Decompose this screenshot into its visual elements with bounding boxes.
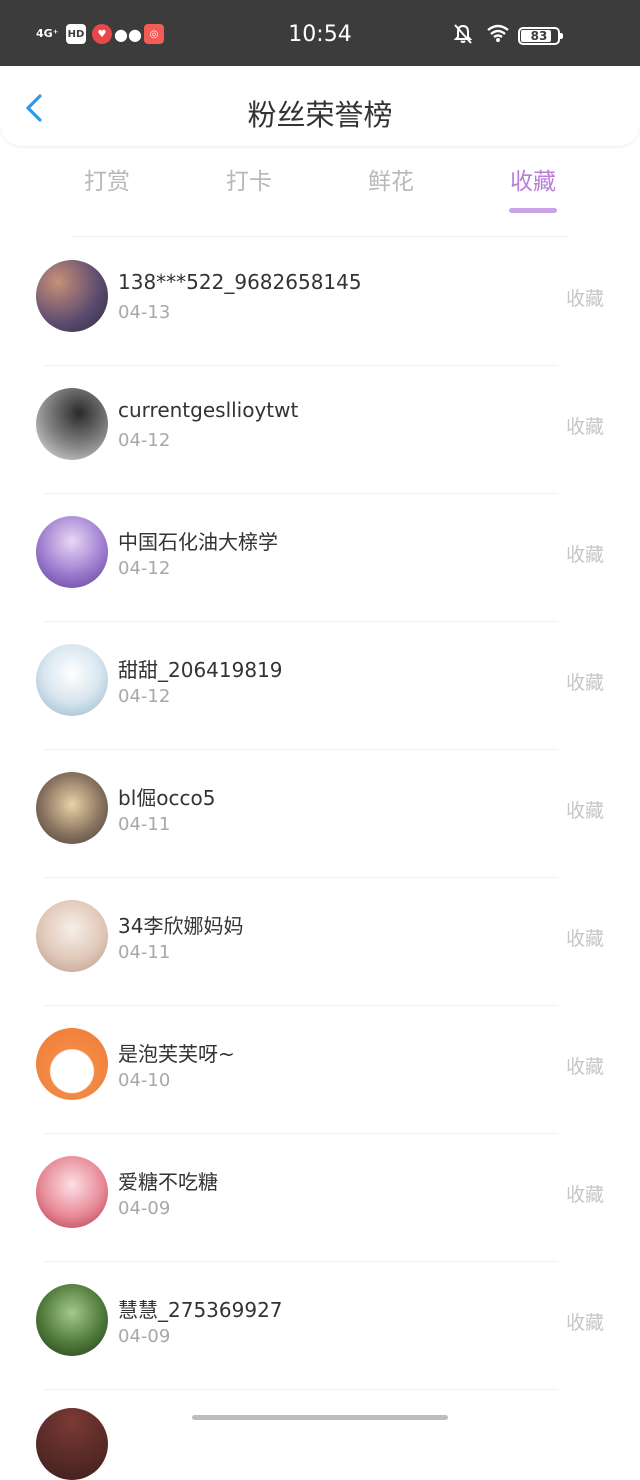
tab-checkin[interactable]: 打卡 bbox=[178, 166, 320, 198]
tab-flowers[interactable]: 鲜花 bbox=[320, 166, 462, 198]
avatar bbox=[36, 1156, 108, 1228]
avatar bbox=[36, 516, 108, 588]
divider bbox=[44, 1389, 558, 1390]
list-item[interactable]: 是泡芙芙呀~ 04-10 收藏 bbox=[0, 1006, 640, 1134]
page-title: 粉丝荣誉榜 bbox=[247, 98, 393, 132]
fan-name: 慧慧_275369927 bbox=[118, 1298, 283, 1322]
tab-favorites[interactable]: 收藏 bbox=[462, 166, 604, 198]
status-bar: 4G⁺ HD ♥ ●● ◎ 10:54 83 bbox=[0, 0, 640, 66]
avatar bbox=[36, 1284, 108, 1356]
battery-text: 83 bbox=[530, 29, 548, 43]
action-label: 收藏 bbox=[565, 672, 604, 694]
fan-date: 04-12 bbox=[118, 430, 171, 451]
list-item[interactable]: 慧慧_275369927 04-09 收藏 bbox=[0, 1262, 640, 1390]
fan-date: 04-10 bbox=[118, 1070, 171, 1091]
avatar bbox=[36, 1408, 108, 1480]
fan-date: 04-12 bbox=[118, 558, 171, 579]
header: 粉丝荣誉榜 bbox=[0, 66, 640, 146]
avatar bbox=[36, 1028, 108, 1100]
list-item[interactable]: bl倔occo5 04-11 收藏 bbox=[0, 750, 640, 878]
fan-date: 04-09 bbox=[118, 1326, 171, 1347]
action-label: 收藏 bbox=[565, 1184, 604, 1206]
tab-active-indicator bbox=[509, 208, 557, 213]
fan-name: bl倔occo5 bbox=[118, 786, 216, 810]
action-label: 收藏 bbox=[565, 800, 604, 822]
fan-date: 04-11 bbox=[118, 814, 171, 835]
fan-name: 34李欣娜妈妈 bbox=[118, 914, 244, 938]
fan-name: currentgesllioytwt bbox=[118, 398, 299, 422]
tab-bar: 打赏 打卡 鲜花 收藏 bbox=[0, 160, 640, 216]
fan-date: 04-12 bbox=[118, 686, 171, 707]
divider bbox=[72, 236, 568, 237]
action-label: 收藏 bbox=[565, 1056, 604, 1078]
avatar bbox=[36, 388, 108, 460]
tab-reward[interactable]: 打赏 bbox=[36, 166, 178, 198]
avatar bbox=[36, 772, 108, 844]
fan-list: 138***522_9682658145 04-13 收藏 currentges… bbox=[0, 236, 640, 1390]
fan-name: 爱糖不吃糖 bbox=[118, 1170, 218, 1194]
avatar bbox=[36, 900, 108, 972]
list-item[interactable]: currentgesllioytwt 04-12 收藏 bbox=[0, 366, 640, 494]
action-label: 收藏 bbox=[565, 928, 604, 950]
fan-date: 04-11 bbox=[118, 942, 171, 963]
action-label: 收藏 bbox=[565, 1312, 604, 1334]
action-label: 收藏 bbox=[565, 288, 604, 310]
fan-name: 是泡芙芙呀~ bbox=[118, 1042, 235, 1066]
list-item[interactable]: 138***522_9682658145 04-13 收藏 bbox=[0, 238, 640, 366]
fan-date: 04-09 bbox=[118, 1198, 171, 1219]
fan-name: 138***522_9682658145 bbox=[118, 270, 362, 294]
battery-icon: 83 bbox=[518, 27, 563, 45]
list-item[interactable]: 爱糖不吃糖 04-09 收藏 bbox=[0, 1134, 640, 1262]
wifi-icon bbox=[487, 24, 509, 42]
list-item[interactable]: 34李欣娜妈妈 04-11 收藏 bbox=[0, 878, 640, 1006]
mute-bell-icon bbox=[454, 24, 472, 44]
list-item[interactable]: 中国石化油大榇学 04-12 收藏 bbox=[0, 494, 640, 622]
fan-date: 04-13 bbox=[118, 302, 171, 323]
action-label: 收藏 bbox=[565, 544, 604, 566]
status-right-icons bbox=[454, 24, 510, 44]
avatar bbox=[36, 260, 108, 332]
list-item[interactable]: 甜甜_206419819 04-12 收藏 bbox=[0, 622, 640, 750]
fan-name: 中国石化油大榇学 bbox=[118, 530, 278, 554]
action-label: 收藏 bbox=[565, 416, 604, 438]
fan-name: 甜甜_206419819 bbox=[118, 658, 283, 682]
avatar bbox=[36, 644, 108, 716]
home-indicator[interactable] bbox=[192, 1415, 448, 1420]
